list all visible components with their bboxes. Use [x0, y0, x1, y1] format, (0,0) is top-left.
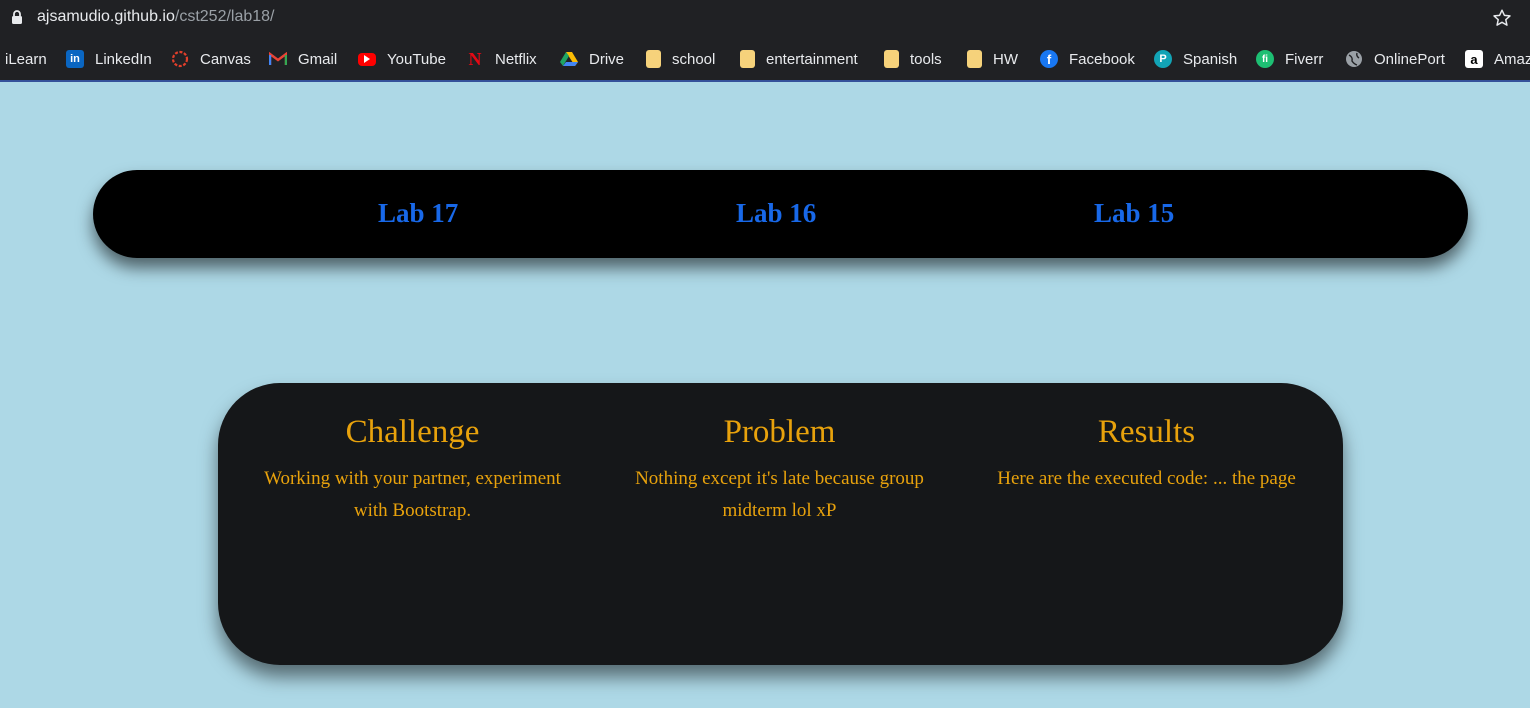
bookmark-label: Facebook [1069, 50, 1135, 68]
challenge-section: Challenge Working with your partner, exp… [225, 383, 600, 527]
globe-icon [1345, 50, 1363, 68]
bookmark-entertainment[interactable]: entertainment [740, 48, 858, 70]
drive-icon [560, 50, 578, 68]
bookmark-school[interactable]: school [646, 48, 715, 70]
folder-icon [967, 50, 982, 68]
bookmark-ilearn[interactable]: iLearn [5, 48, 47, 70]
bookmark-label: Spanish [1183, 50, 1238, 68]
bookmark-tools[interactable]: tools [884, 48, 942, 70]
results-text: Here are the executed code: ... the page [997, 468, 1296, 489]
results-heading: Results [1097, 414, 1196, 450]
bookmark-star-icon[interactable] [1491, 7, 1513, 29]
canvas-icon [171, 50, 189, 68]
lab-navbar: Lab 17 Lab 16 Lab 15 [93, 170, 1468, 258]
lab-info-card: Challenge Working with your partner, exp… [218, 383, 1343, 665]
bookmarks-bar: iLearn in LinkedIn Canvas Gmail YouTube … [0, 36, 1530, 82]
youtube-icon [358, 52, 376, 66]
bookmark-drive[interactable]: Drive [560, 48, 624, 70]
bookmark-amazon[interactable]: a Amaz [1465, 48, 1530, 70]
nav-link-lab-17[interactable]: Lab 17 [378, 198, 458, 229]
problem-section: Problem Nothing except it's late because… [592, 383, 967, 527]
bookmark-label: Canvas [200, 50, 251, 68]
bookmark-fiverr[interactable]: fi Fiverr [1256, 48, 1323, 70]
bookmark-netflix[interactable]: N Netflix [466, 48, 537, 70]
bookmark-label: Fiverr [1285, 50, 1324, 68]
address-bar: ajsamudio.github.io/cst252/lab18/ [0, 0, 1530, 36]
bookmark-label: iLearn [5, 50, 47, 68]
folder-icon [884, 50, 899, 68]
bookmark-canvas[interactable]: Canvas [171, 48, 251, 70]
bookmark-label: Netflix [495, 50, 537, 68]
facebook-icon: f [1040, 50, 1058, 68]
folder-icon [646, 50, 661, 68]
folder-icon [740, 50, 755, 68]
challenge-text: Working with your partner, experiment wi… [264, 468, 561, 521]
amazon-icon: a [1465, 50, 1483, 68]
problem-heading: Problem [723, 414, 836, 450]
bookmark-label: tools [910, 50, 942, 68]
nav-link-lab-15[interactable]: Lab 15 [1094, 198, 1174, 229]
nav-link-lab-16[interactable]: Lab 16 [736, 198, 816, 229]
linkedin-icon: in [66, 50, 84, 68]
gmail-icon [269, 50, 287, 68]
bookmark-label: YouTube [387, 50, 446, 68]
bookmark-label: school [672, 50, 716, 68]
bookmark-onlineport[interactable]: OnlinePort [1345, 48, 1445, 70]
challenge-heading: Challenge [345, 414, 480, 450]
bookmark-label: LinkedIn [95, 50, 152, 68]
problem-text: Nothing except it's late because group m… [635, 468, 924, 521]
lock-icon[interactable] [11, 10, 23, 25]
results-section: Results Here are the executed code: ... … [959, 383, 1334, 495]
bookmark-label: entertainment [766, 50, 858, 68]
bookmark-spanish[interactable]: P Spanish [1154, 48, 1237, 70]
url-path: /cst252/lab18/ [174, 8, 275, 25]
netflix-icon: N [468, 48, 482, 69]
bookmark-label: Gmail [298, 50, 338, 68]
fiverr-icon: fi [1256, 50, 1274, 68]
spanish-icon: P [1154, 50, 1172, 68]
url-host: ajsamudio.github.io [37, 8, 175, 25]
bookmark-youtube[interactable]: YouTube [358, 48, 446, 70]
bookmark-hw[interactable]: HW [967, 48, 1018, 70]
bookmark-label: Drive [589, 50, 625, 68]
bookmark-label: Amaz [1494, 50, 1530, 68]
url-field[interactable]: ajsamudio.github.io/cst252/lab18/ [37, 8, 275, 26]
bookmark-label: HW [993, 50, 1018, 68]
bookmark-gmail[interactable]: Gmail [269, 48, 337, 70]
bookmark-linkedin[interactable]: in LinkedIn [66, 48, 152, 70]
bookmark-label: OnlinePort [1374, 50, 1445, 68]
bookmark-facebook[interactable]: f Facebook [1040, 48, 1135, 70]
